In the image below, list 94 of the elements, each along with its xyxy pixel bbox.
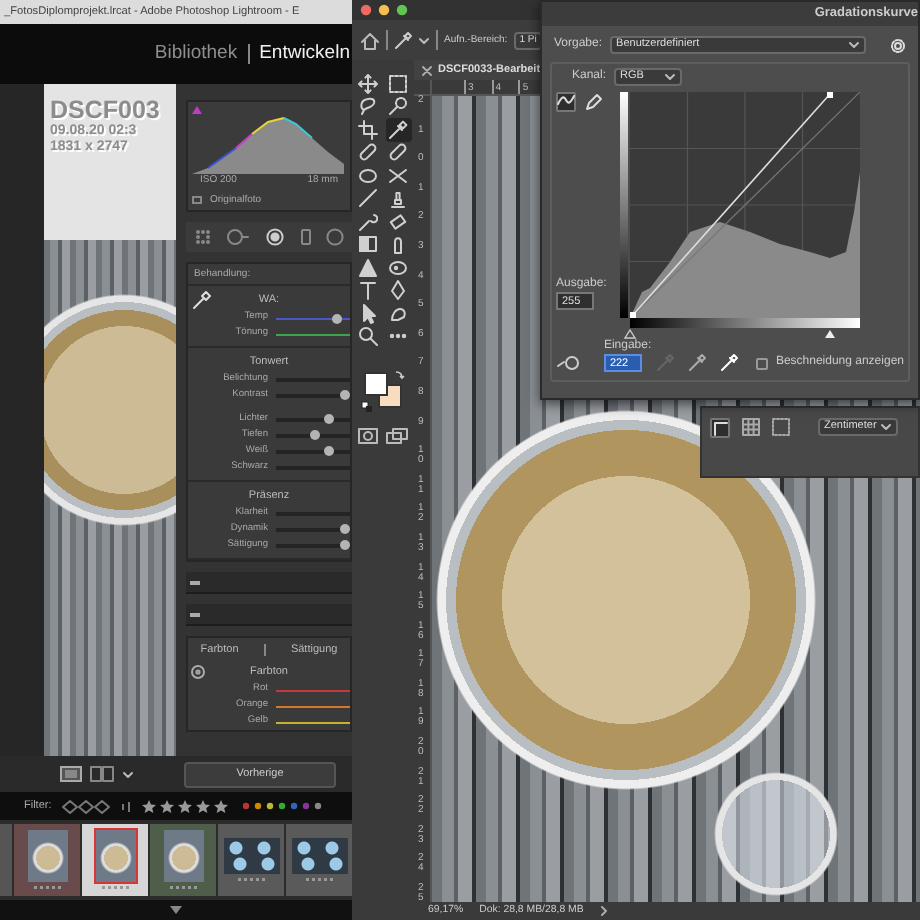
quick-select-icon [388,96,408,117]
clipping-warning-icon[interactable] [192,106,202,114]
tool-button[interactable] [355,164,381,187]
stamp-icon [388,188,408,209]
tool-button[interactable] [385,164,411,187]
tool-button[interactable] [556,92,576,112]
slider-thumb[interactable] [340,390,350,400]
slider-thumb[interactable] [340,540,350,550]
thumbnail[interactable] [14,824,80,896]
bandage-icon [388,142,408,163]
tool-button[interactable] [355,210,381,233]
grid-icon[interactable] [742,418,760,436]
tool-button[interactable] [355,325,381,348]
tool-button[interactable] [355,187,381,210]
file-name: DSCF003 [50,96,162,124]
circle-icon[interactable] [326,228,345,246]
corner-icon [712,420,728,436]
shape-icon [388,303,408,324]
close-icon[interactable] [422,65,432,75]
slider-thumb[interactable] [323,414,334,424]
star-filter-icon[interactable] [119,799,232,813]
slider-thumb[interactable] [323,446,334,456]
photo-placeholder [223,838,279,874]
tool-button[interactable] [355,233,381,256]
screen-mode-icon[interactable] [386,428,408,444]
gradient-icon [358,234,378,255]
tool-button[interactable] [385,95,411,118]
brush-icon [358,188,378,209]
thumbnail[interactable] [82,824,148,896]
caret-icon [664,72,677,82]
photo-placeholder [163,830,203,882]
triangle-icon [358,257,378,278]
tool-button[interactable] [385,118,411,141]
alignment-button[interactable] [710,418,730,438]
tool-button[interactable] [385,210,411,233]
photo-placeholder [95,830,135,882]
pen-icon [388,280,408,301]
loupe-view-icon[interactable] [60,766,82,782]
caret-icon[interactable] [170,906,182,914]
pointer-icon [358,303,378,324]
eraser-icon [388,211,408,232]
zoom-icon [358,326,378,347]
eyedropper-icon[interactable] [188,290,216,310]
color-swatches-drawing[interactable] [359,368,407,412]
quick-mask-icon[interactable] [358,428,378,444]
type-icon [358,280,378,301]
curve-graph-drawing[interactable] [630,92,860,318]
settings-icon[interactable] [890,37,906,53]
thumbnail[interactable] [218,824,284,896]
thumbnail[interactable] [286,824,352,896]
chevron-icon[interactable] [599,906,608,916]
rectangle-icon[interactable] [299,228,312,246]
thumbnail[interactable] [150,824,216,896]
spot-removal-icon[interactable] [226,228,251,246]
checkbox[interactable] [192,196,202,204]
slider-thumb[interactable] [309,430,320,440]
eyedropper-icon [388,119,408,140]
caret-icon [880,422,893,432]
ellipse-icon [358,165,378,186]
tool-button[interactable] [385,279,411,302]
flag-filter-icon[interactable] [61,799,110,813]
dotted-square-icon[interactable] [772,418,790,436]
move-icon [358,73,378,94]
tool-button[interactable] [355,256,381,279]
color-label-filter-icon[interactable] [241,800,322,812]
compare-view-icon[interactable] [90,766,114,782]
collapse-icon[interactable] [190,579,200,585]
slider-thumb[interactable] [340,524,350,534]
tool-button[interactable] [385,72,411,95]
photo-placeholder [27,830,67,882]
tool-button[interactable] [385,302,411,325]
slider-thumb[interactable] [332,313,343,323]
caret-icon[interactable] [418,35,430,45]
window-controls-icon[interactable] [360,4,412,16]
marquee-icon [388,73,408,94]
tool-button[interactable] [385,256,411,279]
tool-button[interactable] [355,95,381,118]
caret-icon[interactable] [122,769,134,779]
crop-icon [358,119,378,140]
eyedropper-icon[interactable] [687,354,706,373]
home-icon[interactable] [360,31,380,49]
tool-button[interactable] [385,187,411,210]
module-tab[interactable]: Bibliothek [154,42,238,66]
pencil-icon [584,92,604,112]
target-icon[interactable] [265,228,284,246]
caret-icon [848,40,861,50]
tool-button[interactable] [355,279,381,302]
module-tab[interactable]: Entwickeln [259,42,350,66]
checkbox[interactable] [755,357,768,370]
lasso-icon [358,96,378,117]
grid-dots-icon[interactable] [193,228,212,246]
collapse-icon[interactable] [190,611,200,617]
photo-placeholder [291,838,347,874]
bandage-icon [358,142,378,163]
